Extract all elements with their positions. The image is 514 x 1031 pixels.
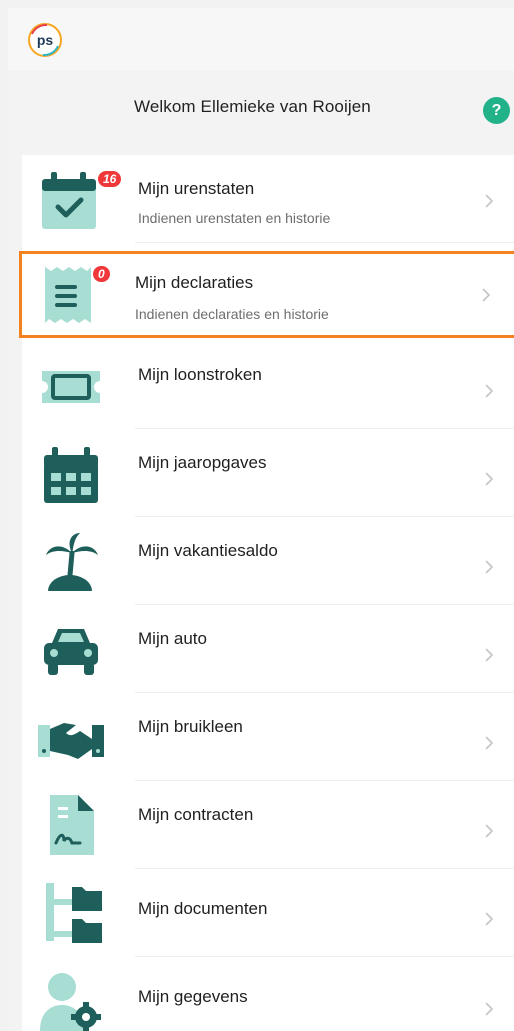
car-icon [44, 629, 98, 675]
ps-logo-icon[interactable]: ps [27, 22, 63, 58]
menu-item-label: Mijn documenten [138, 899, 268, 918]
chevron-right-icon [485, 648, 494, 662]
menu-item-label: Mijn loonstroken [138, 365, 262, 384]
menu-item-label: Mijn bruikleen [138, 717, 243, 736]
chevron-right-icon [485, 736, 494, 750]
menu-item-declaraties[interactable]: 0 Mijn declaraties Indienen declaraties … [19, 251, 514, 338]
notification-badge: 0 [91, 264, 112, 284]
welcome-text: Welkom Ellemieke van Rooijen [134, 97, 371, 116]
svg-text:ps: ps [37, 32, 54, 48]
menu-item-label: Mijn gegevens [138, 987, 248, 1006]
menu-item-bruikleen[interactable]: Mijn bruikleen [22, 693, 514, 781]
chevron-right-icon [482, 288, 491, 302]
menu-item-auto[interactable]: Mijn auto [22, 605, 514, 693]
chevron-right-icon [485, 472, 494, 486]
top-bar: ps [8, 8, 514, 71]
menu-item-sublabel: Indienen declaraties en historie [135, 306, 329, 322]
handshake-icon [38, 723, 104, 759]
menu-item-documenten[interactable]: Mijn documenten [22, 869, 514, 957]
menu-item-vakantiesaldo[interactable]: Mijn vakantiesaldo [22, 517, 514, 605]
app-screen: ps Welkom Ellemieke van Rooijen ? 16 Mij… [8, 8, 514, 1031]
menu-list: 16 Mijn urenstaten Indienen urenstaten e… [19, 155, 514, 1031]
palm-island-icon [46, 533, 98, 591]
help-icon: ? [491, 101, 502, 119]
welcome-bar: Welkom Ellemieke van Rooijen ? [8, 70, 514, 156]
menu-item-label: Mijn jaaropgaves [138, 453, 267, 472]
notification-badge: 16 [96, 169, 124, 189]
chevron-right-icon [485, 912, 494, 926]
user-settings-icon [40, 973, 101, 1031]
menu-item-label: Mijn urenstaten [138, 179, 255, 198]
chevron-right-icon [485, 560, 494, 574]
help-button[interactable]: ? [483, 97, 510, 124]
folder-tree-icon [46, 883, 102, 943]
signed-document-icon [50, 795, 94, 855]
menu-item-sublabel: Indienen urenstaten en historie [138, 210, 331, 226]
menu-item-urenstaten[interactable]: 16 Mijn urenstaten Indienen urenstaten e… [22, 155, 514, 243]
calendar-icon [44, 447, 98, 503]
menu-item-jaaropgaves[interactable]: Mijn jaaropgaves [22, 429, 514, 517]
chevron-right-icon [485, 1002, 494, 1016]
chevron-right-icon [485, 194, 494, 208]
menu-item-label: Mijn auto [138, 629, 207, 648]
menu-item-label: Mijn vakantiesaldo [138, 541, 278, 560]
menu-item-gegevens[interactable]: Mijn gegevens [22, 957, 514, 1031]
ticket-icon [42, 371, 100, 403]
chevron-right-icon [485, 824, 494, 838]
menu-item-contracten[interactable]: Mijn contracten [22, 781, 514, 869]
chevron-right-icon [485, 384, 494, 398]
menu-item-label: Mijn contracten [138, 805, 254, 824]
menu-item-loonstroken[interactable]: Mijn loonstroken [22, 341, 514, 429]
menu-item-label: Mijn declaraties [135, 273, 254, 292]
